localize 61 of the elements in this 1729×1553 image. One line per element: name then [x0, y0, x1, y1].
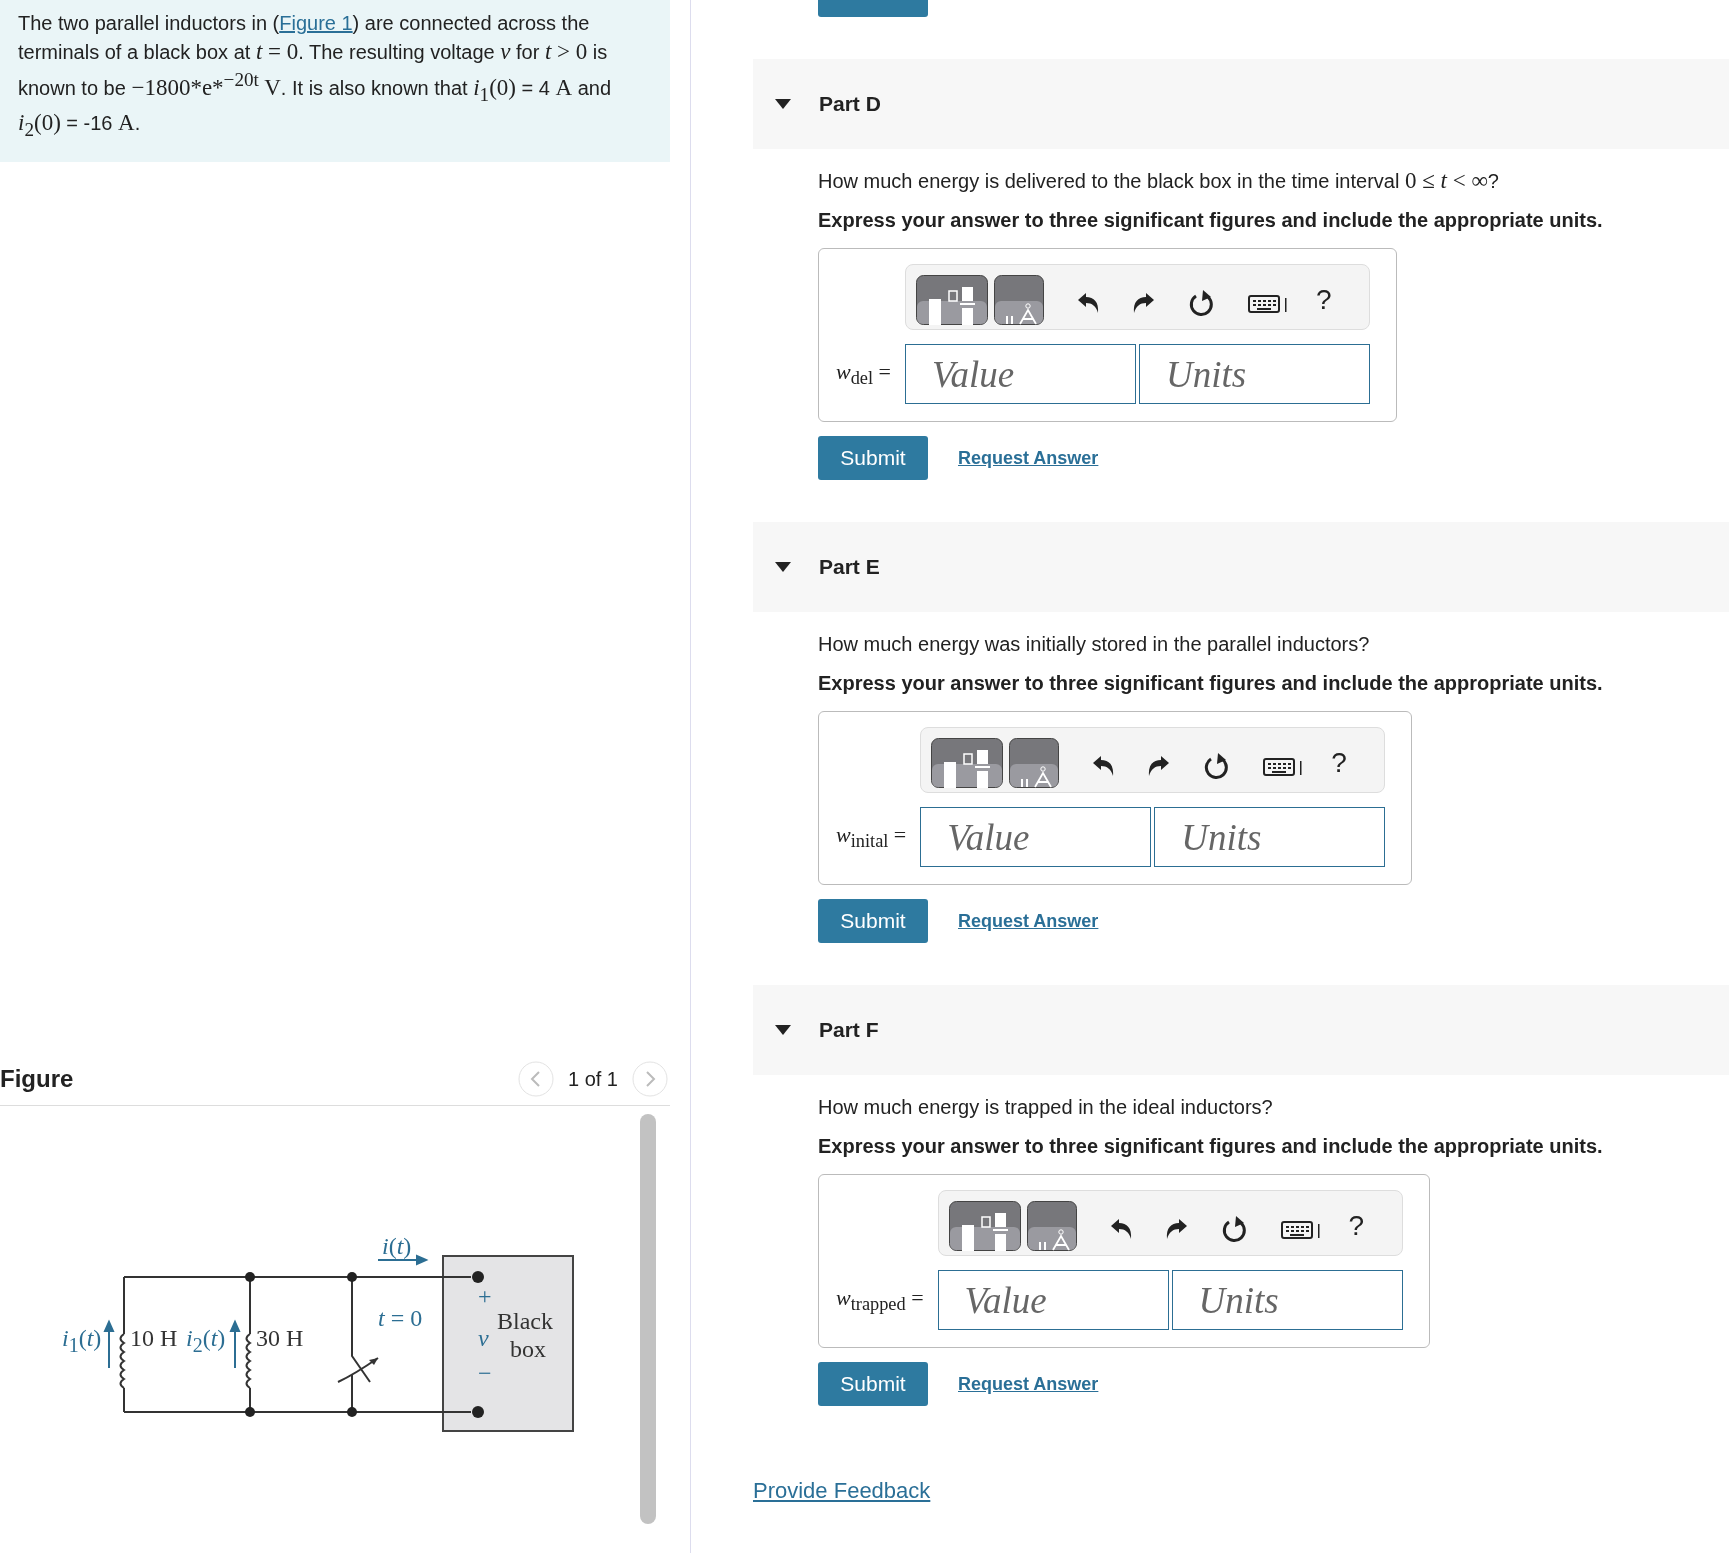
part-header[interactable]: Part F — [753, 985, 1729, 1075]
problem-text: The two parallel inductors in (Figure 1) are connected across the terminals of a black box at t = 0. The resulting voltage v for t > 0 is known to be −1800*e*$^{−20t}$ V. It is also known that i$_{1}$(0) = 4 A and i$_{2}$(0) = -16 A. — [18, 11, 613, 142]
units-icon[interactable] — [1026, 1201, 1077, 1251]
circuit-label: − — [478, 1361, 492, 1385]
reset-icon[interactable] — [1220, 1215, 1249, 1245]
part-title: Part D — [819, 92, 881, 116]
submit-button[interactable]: Submit — [818, 436, 928, 480]
caret-icon[interactable] — [775, 98, 791, 110]
keyboard-icon[interactable] — [1280, 1220, 1321, 1240]
instruction-text: Express your answer to three significant figures and include the appropriate units. — [818, 209, 1604, 232]
request-answer-link[interactable]: Request Answer — [958, 447, 1099, 469]
template-icon[interactable] — [931, 738, 1004, 788]
caret-icon[interactable] — [775, 1024, 791, 1036]
keyboard-icon[interactable] — [1248, 294, 1288, 314]
help-button[interactable]: ? — [1316, 284, 1332, 316]
circuit-label: 10 H — [130, 1326, 178, 1350]
value-field[interactable]: Value — [920, 807, 1152, 867]
units-icon[interactable] — [1009, 738, 1060, 788]
circuit-label: v — [478, 1326, 489, 1350]
question-text: How much energy is trapped in the ideal inductors? — [818, 1095, 1274, 1120]
circuit-label: i$_{2}$(t) — [186, 1326, 226, 1355]
help-button[interactable]: ? — [1331, 747, 1347, 779]
units-icon[interactable] — [994, 275, 1044, 325]
variable-label: w$_{trapped}$ = — [836, 1284, 924, 1316]
question-text: How much energy is delivered to the black box in the time interval 0 ≤ t < ∞? — [818, 167, 1500, 195]
figure-link[interactable]: Figure 1 — [279, 12, 353, 34]
circuit-label: t = 0 — [378, 1306, 423, 1330]
page-counter: 1 of 1 — [567, 1067, 618, 1091]
variable-label: w$_{del}$ = — [836, 358, 891, 390]
units-field[interactable]: Units — [1139, 344, 1370, 404]
feedback-link[interactable]: Provide Feedback — [753, 1478, 931, 1504]
template-icon[interactable] — [948, 1201, 1021, 1251]
circuit-label: box — [510, 1337, 546, 1361]
reset-icon[interactable] — [1188, 289, 1216, 319]
part-header[interactable]: Part D — [753, 59, 1729, 149]
variable-label: w$_{inital}$ = — [836, 821, 907, 853]
part-title: Part F — [819, 1018, 879, 1042]
question-text: How much energy was initially stored in the parallel inductors? — [818, 632, 1371, 657]
submit-button[interactable]: Submit — [818, 899, 928, 943]
keyboard-icon[interactable] — [1263, 757, 1304, 777]
circuit-label: i(t) — [382, 1234, 412, 1258]
figure-title: Figure — [0, 1065, 74, 1093]
units-field[interactable]: Units — [1171, 1270, 1403, 1330]
request-answer-link[interactable]: Request Answer — [958, 910, 1099, 932]
value-field[interactable]: Value — [905, 344, 1136, 404]
circuit-label: i$_{1}$(t) — [62, 1326, 102, 1355]
caret-icon[interactable] — [775, 561, 791, 573]
instruction-text: Express your answer to three significant figures and include the appropriate units. — [818, 672, 1604, 695]
help-button[interactable]: ? — [1348, 1210, 1365, 1242]
part-header[interactable]: Part E — [753, 522, 1729, 612]
template-icon[interactable] — [916, 275, 988, 325]
request-answer-link[interactable]: Request Answer — [958, 1373, 1099, 1395]
circuit-label: + — [478, 1284, 492, 1308]
scrollbar[interactable] — [640, 1114, 656, 1524]
circuit-label: Black — [497, 1309, 553, 1333]
circuit-label: 30 H — [256, 1326, 304, 1350]
submit-button[interactable]: Submit — [818, 1362, 928, 1406]
units-field[interactable]: Units — [1154, 807, 1386, 867]
instruction-text: Express your answer to three significant figures and include the appropriate units. — [818, 1135, 1604, 1158]
value-field[interactable]: Value — [937, 1270, 1169, 1330]
part-title: Part E — [819, 555, 880, 579]
